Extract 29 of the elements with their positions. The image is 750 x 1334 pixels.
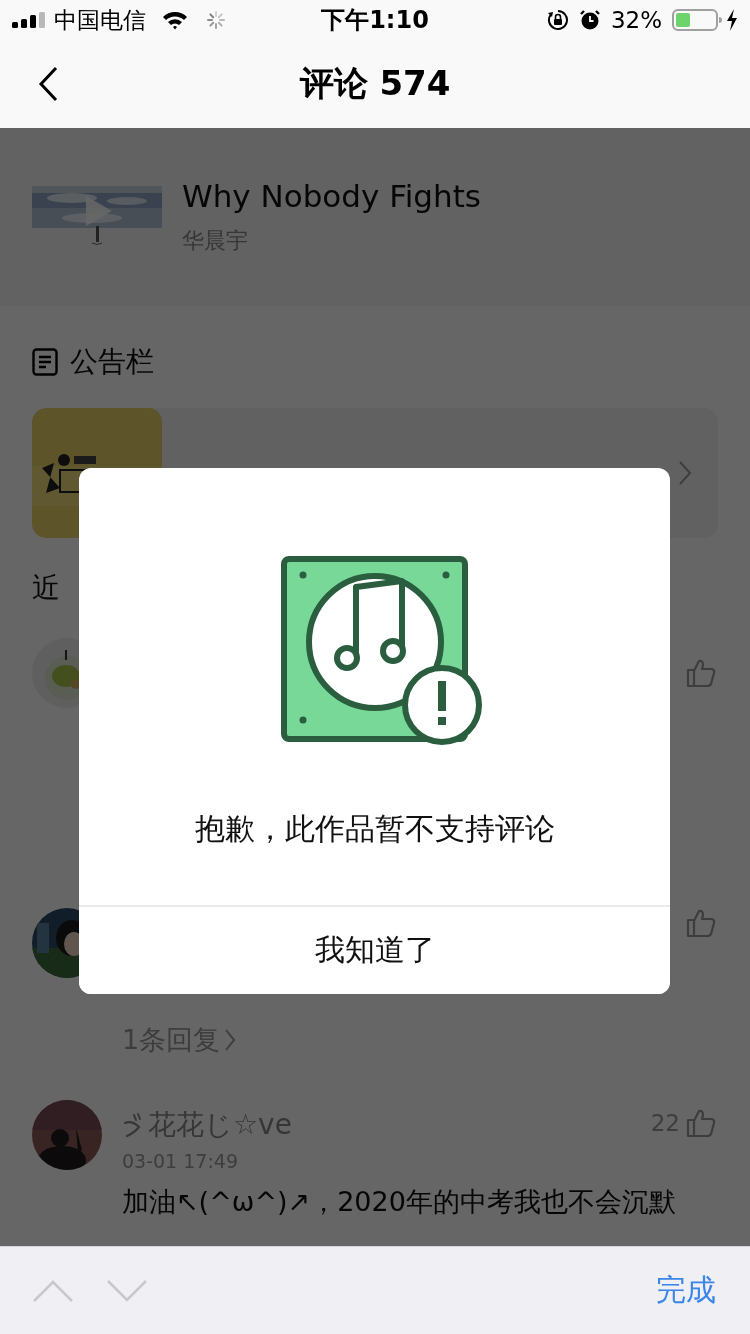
rotation-lock-icon [546, 9, 569, 31]
chevron-right-icon [224, 1028, 237, 1052]
back-chevron-icon [38, 66, 58, 102]
signal-icon [12, 12, 46, 28]
battery-icon [672, 9, 722, 31]
confirm-button[interactable]: 我知道了 [79, 905, 670, 994]
back-button[interactable] [38, 66, 58, 102]
thumbs-up-icon[interactable] [686, 1108, 716, 1138]
song-title: Why Nobody Fights [182, 178, 481, 214]
section-heading: 近 [32, 570, 60, 606]
charging-bolt-icon [726, 9, 738, 31]
page-title: 评论 574 [298, 62, 452, 105]
chevron-down-icon [106, 1278, 148, 1303]
squiggle-icon [122, 1111, 144, 1139]
loading-icon [206, 10, 226, 30]
dialog-message: 抱歉，此作品暂不支持评论 [194, 810, 555, 848]
thumbs-up-icon[interactable] [686, 658, 716, 688]
clock-time: 下午1:10 [321, 5, 429, 36]
wifi-icon [162, 10, 188, 30]
document-icon [32, 348, 58, 376]
battery-percent: 32% [610, 7, 662, 33]
comment-text: 加油↖(^ω^)↗，2020年的中考我也不会沉默 [122, 1185, 677, 1219]
thumbs-up-icon[interactable] [686, 908, 716, 938]
done-button[interactable]: 完成 [656, 1270, 716, 1311]
section-heading: 公告栏 [70, 344, 154, 380]
alarm-clock-icon [578, 9, 601, 31]
carrier-name: 中国电信 [54, 5, 146, 35]
chevron-right-icon [678, 460, 692, 486]
chevron-up-icon [32, 1278, 74, 1303]
